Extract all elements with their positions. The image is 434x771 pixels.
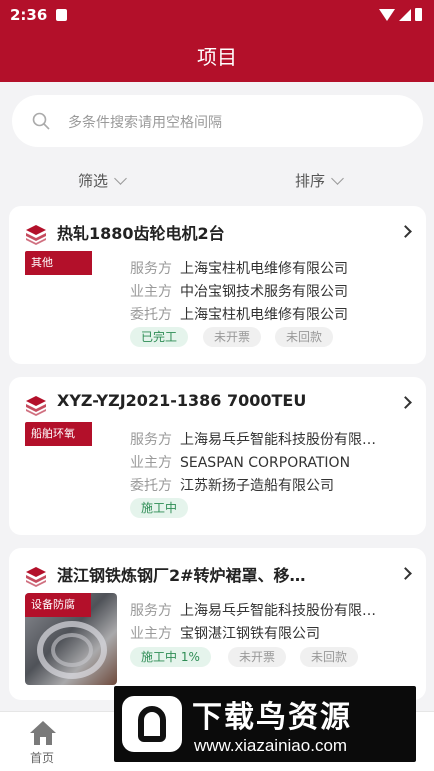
- app-header: 项目: [0, 30, 434, 82]
- sort-label: 排序: [295, 172, 326, 190]
- category-tag: 设备防腐: [25, 593, 91, 617]
- field-row: 委托方 江苏新扬子造船有限公司: [130, 475, 334, 495]
- battery-icon: [415, 8, 422, 21]
- field-value: SEASPAN CORPORATION: [180, 455, 351, 471]
- field-row: 委托方 上海宝柱机电维修有限公司: [130, 304, 348, 324]
- field-label: 业主方: [130, 455, 172, 471]
- wifi-icon: [379, 8, 395, 21]
- field-label: 服务方: [130, 603, 172, 619]
- search-icon: [32, 112, 50, 130]
- search-placeholder: 多条件搜索请用空格间隔: [68, 115, 222, 131]
- project-card[interactable]: XYZ-YZJ2021-1386 7000TEU 船舶环氧 服务方 上海易乓乒智能…: [9, 377, 426, 535]
- field-value: 上海易乓乒智能科技股份有限…: [180, 603, 376, 619]
- field-row: 业主方 中冶宝钢技术服务有限公司: [130, 281, 348, 301]
- field-row: 服务方 上海宝柱机电维修有限公司: [130, 258, 348, 278]
- chevron-down-icon: [331, 171, 344, 185]
- field-value: 宝钢湛江钢铁有限公司: [180, 626, 320, 642]
- status-badge: 施工中 1%: [130, 647, 211, 667]
- search-input[interactable]: 多条件搜索请用空格间隔: [12, 95, 423, 147]
- field-label: 业主方: [130, 626, 172, 642]
- chevron-right-icon[interactable]: [399, 225, 412, 238]
- field-label: 委托方: [130, 478, 172, 494]
- status-badge: 施工中: [130, 498, 189, 518]
- status-badge: 未开票: [203, 327, 262, 347]
- field-value: 江苏新扬子造船有限公司: [180, 478, 334, 494]
- project-logo-icon: [26, 396, 46, 416]
- status-badge: 已完工: [130, 327, 189, 347]
- project-card[interactable]: 湛江钢铁炼钢厂2#转炉裙罩、移… 设备防腐 服务方 上海易乓乒智能科技股份有限… …: [9, 548, 426, 700]
- page-title: 项目: [197, 45, 237, 69]
- status-bar: 2:36: [0, 0, 434, 30]
- status-badge: 未回款: [300, 647, 359, 667]
- field-value: 中冶宝钢技术服务有限公司: [180, 284, 348, 300]
- chevron-right-icon[interactable]: [399, 396, 412, 409]
- notification-icon: [56, 9, 67, 21]
- bird-logo-icon: [122, 696, 182, 752]
- watermark-title: 下载鸟资源: [192, 700, 352, 735]
- filter-label: 筛选: [78, 172, 109, 190]
- project-title: XYZ-YZJ2021-1386 7000TEU: [57, 391, 307, 410]
- watermark-banner: 下载鸟资源 www.xiazainiao.com: [114, 686, 416, 762]
- sort-dropdown[interactable]: 排序: [295, 170, 344, 191]
- project-title: 热轧1880齿轮电机2台: [57, 224, 225, 243]
- field-row: 业主方 宝钢湛江钢铁有限公司: [130, 623, 320, 643]
- field-label: 委托方: [130, 307, 172, 323]
- home-icon: [30, 721, 56, 745]
- chevron-down-icon: [114, 171, 127, 185]
- field-label: 服务方: [130, 261, 172, 277]
- field-value: 上海宝柱机电维修有限公司: [180, 261, 348, 277]
- field-value: 上海易乓乒智能科技股份有限…: [180, 432, 376, 448]
- project-title: 湛江钢铁炼钢厂2#转炉裙罩、移…: [57, 566, 306, 585]
- project-thumbnail: 设备防腐: [25, 593, 117, 685]
- watermark-url: www.xiazainiao.com: [194, 736, 348, 755]
- project-logo-icon: [26, 225, 46, 245]
- field-row: 服务方 上海易乓乒智能科技股份有限…: [130, 429, 376, 449]
- tab-home-label: 首页: [30, 751, 55, 765]
- field-row: 服务方 上海易乓乒智能科技股份有限…: [130, 600, 376, 620]
- status-icons: [379, 8, 422, 21]
- chevron-right-icon[interactable]: [399, 567, 412, 580]
- field-label: 服务方: [130, 432, 172, 448]
- status-badge: 未回款: [275, 327, 334, 347]
- project-logo-icon: [26, 567, 46, 587]
- category-tag: 船舶环氧: [25, 422, 92, 446]
- status-time: 2:36: [10, 6, 48, 24]
- field-row: 业主方 SEASPAN CORPORATION: [130, 452, 350, 472]
- field-value: 上海宝柱机电维修有限公司: [180, 307, 348, 323]
- category-tag: 其他: [25, 251, 92, 275]
- field-label: 业主方: [130, 284, 172, 300]
- cellular-signal-icon: [399, 8, 411, 21]
- project-card[interactable]: 热轧1880齿轮电机2台 其他 服务方 上海宝柱机电维修有限公司 业主方 中冶宝钢技…: [9, 206, 426, 364]
- status-badge: 未开票: [228, 647, 287, 667]
- filter-dropdown[interactable]: 筛选: [78, 170, 127, 191]
